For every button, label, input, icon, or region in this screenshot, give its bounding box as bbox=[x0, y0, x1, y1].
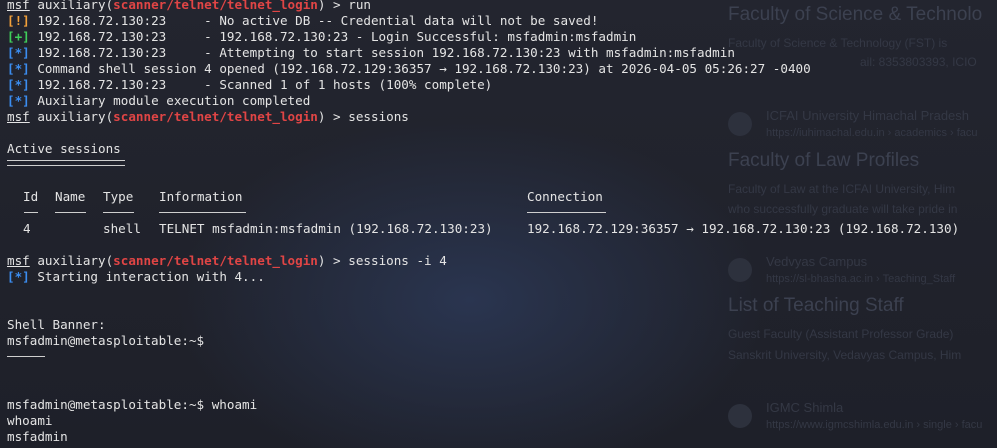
shell-echo: whoami bbox=[7, 413, 53, 428]
module-name: scanner/telnet/telnet_login bbox=[113, 109, 318, 124]
command-text: sessions bbox=[348, 109, 409, 124]
header-rule bbox=[527, 212, 606, 213]
info-tag: [*] bbox=[7, 77, 30, 92]
output-line: [*] Command shell session 4 opened (192.… bbox=[7, 61, 811, 76]
msf-prompt: msf bbox=[7, 109, 30, 124]
msf-prompt: msf bbox=[7, 253, 30, 268]
header-rule bbox=[55, 212, 86, 213]
module-name: scanner/telnet/telnet_login bbox=[113, 0, 318, 12]
table-header-type: Type bbox=[103, 189, 134, 204]
table-header-id: Id bbox=[23, 189, 39, 204]
table-cell-type: shell bbox=[103, 221, 141, 236]
info-tag: [*] bbox=[7, 61, 30, 76]
shell-banner-label: Shell Banner: bbox=[7, 317, 106, 332]
heading-underline bbox=[7, 160, 125, 166]
shell-output: msfadmin bbox=[7, 429, 68, 444]
module-name: scanner/telnet/telnet_login bbox=[113, 253, 318, 268]
info-tag: [*] bbox=[7, 269, 30, 284]
banner-rule bbox=[7, 356, 45, 357]
info-tag: [*] bbox=[7, 45, 30, 60]
table-cell-id: 4 bbox=[23, 221, 31, 236]
command-text: run bbox=[348, 0, 371, 12]
shell-prompt: msfadmin@metasploitable:~$ bbox=[7, 333, 205, 348]
output-line: [*] 192.168.72.130:23 - Scanned 1 of 1 h… bbox=[7, 77, 493, 92]
output-line: [*] Auxiliary module execution completed bbox=[7, 93, 311, 108]
warning-tag: [!] bbox=[7, 13, 30, 28]
prompt-line: msf auxiliary(scanner/telnet/telnet_logi… bbox=[7, 0, 371, 13]
output-line: [+] 192.168.72.130:23 - 192.168.72.130:2… bbox=[7, 29, 637, 44]
output-line: [!] 192.168.72.130:23 - No active DB -- … bbox=[7, 13, 599, 28]
info-tag: [*] bbox=[7, 93, 30, 108]
table-cell-connection: 192.168.72.129:36357 → 192.168.72.130:23… bbox=[527, 221, 960, 236]
command-text: sessions -i 4 bbox=[348, 253, 447, 268]
output-line: [*] Starting interaction with 4... bbox=[7, 269, 265, 284]
shell-prompt: msfadmin@metasploitable:~$ whoami bbox=[7, 397, 258, 412]
success-tag: [+] bbox=[7, 29, 30, 44]
section-heading: Active sessions bbox=[7, 141, 121, 156]
prompt-line: msf auxiliary(scanner/telnet/telnet_logi… bbox=[7, 253, 447, 268]
table-header-name: Name bbox=[55, 189, 86, 204]
terminal[interactable]: msf auxiliary(scanner/telnet/telnet_logi… bbox=[7, 0, 997, 448]
header-rule bbox=[159, 212, 246, 213]
table-cell-information: TELNET msfadmin:msfadmin (192.168.72.130… bbox=[159, 221, 493, 236]
output-line: [*] 192.168.72.130:23 - Attempting to st… bbox=[7, 45, 735, 60]
msf-prompt: msf bbox=[7, 0, 30, 12]
table-header-information: Information bbox=[159, 189, 243, 204]
header-rule bbox=[24, 212, 38, 213]
table-header-connection: Connection bbox=[527, 189, 603, 204]
header-rule bbox=[103, 212, 134, 213]
prompt-line: msf auxiliary(scanner/telnet/telnet_logi… bbox=[7, 109, 409, 124]
